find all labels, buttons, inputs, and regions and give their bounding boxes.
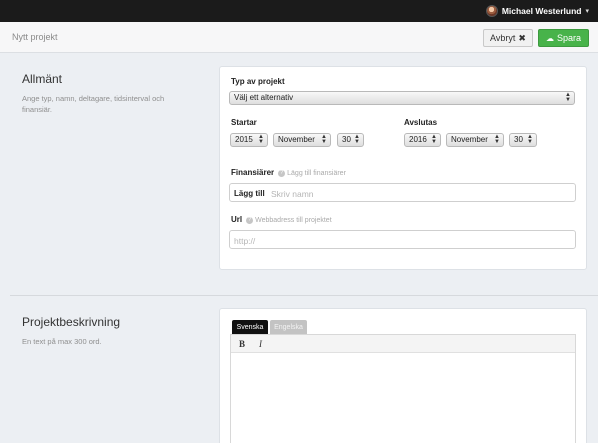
rich-text-editor[interactable]: B I: [230, 334, 576, 443]
start-year-select[interactable]: 2015 ▲ ▼: [230, 133, 268, 147]
chevron-down-icon: ▾: [585, 8, 589, 15]
bold-button[interactable]: B: [239, 339, 245, 349]
start-day-value: 30: [342, 135, 351, 144]
description-section-title: Projektbeskrivning: [22, 315, 121, 329]
select-arrows-icon: ▲ ▼: [431, 134, 437, 145]
financiers-label-text: Finansiärer: [231, 168, 275, 177]
start-day-select[interactable]: 30 ▲ ▼: [337, 133, 364, 147]
select-arrows-icon: ▲ ▼: [354, 134, 360, 145]
end-day-value: 30: [514, 135, 523, 144]
help-icon: ?: [278, 170, 286, 177]
close-icon: ✖: [518, 32, 526, 43]
financiers-label: Finansiärer? Lägg till finansiärer: [231, 168, 346, 177]
end-year-value: 2016: [409, 135, 427, 144]
section-divider: [10, 295, 598, 296]
end-day-select[interactable]: 30 ▲ ▼: [509, 133, 537, 147]
financiers-input[interactable]: Lägg till Skriv namn: [229, 183, 576, 202]
end-label: Avslutas: [404, 118, 438, 127]
url-hint-text: Webbadress till projektet: [255, 217, 332, 224]
end-month-select[interactable]: November ▲ ▼: [446, 133, 504, 147]
save-label: Spara: [556, 33, 582, 43]
url-label-text: Url: [231, 215, 243, 224]
cancel-label: Avbryt: [490, 33, 516, 43]
financiers-hint: ? Lägg till finansiärer: [278, 170, 346, 177]
start-label: Startar: [231, 118, 257, 127]
cloud-upload-icon: ☁: [545, 33, 554, 43]
start-year-value: 2015: [235, 135, 253, 144]
financiers-placeholder: Skriv namn: [271, 189, 314, 199]
help-icon: ?: [246, 217, 254, 224]
url-label: Url? Webbadress till projektet: [231, 215, 332, 224]
page-title: Nytt projekt: [12, 32, 58, 42]
save-button[interactable]: ☁ Spara: [538, 29, 589, 47]
cancel-button[interactable]: Avbryt ✖: [483, 29, 533, 47]
start-month-value: November: [278, 135, 315, 144]
project-type-label: Typ av projekt: [231, 77, 285, 86]
editor-toolbar: B I: [231, 335, 575, 353]
select-arrows-icon: ▲ ▼: [321, 134, 327, 145]
tab-swedish[interactable]: Svenska: [232, 320, 268, 334]
username: Michael Westerlund: [501, 6, 582, 16]
select-arrows-icon: ▲ ▼: [494, 134, 500, 145]
financiers-hint-text: Lägg till finansiärer: [287, 170, 346, 177]
url-input[interactable]: http://: [229, 230, 576, 249]
tab-english[interactable]: Engelska: [270, 320, 307, 334]
project-type-value: Välj ett alternativ: [234, 93, 294, 102]
avatar: [485, 5, 498, 17]
start-month-select[interactable]: November ▲ ▼: [273, 133, 331, 147]
select-arrows-icon: ▲ ▼: [258, 134, 264, 145]
action-bar: Nytt projekt Avbryt ✖ ☁ Spara: [0, 22, 598, 53]
general-section-description: Ange typ, namn, deltagare, tidsinterval …: [22, 94, 165, 114]
project-type-select[interactable]: Välj ett alternativ ▲ ▼: [229, 91, 575, 105]
url-placeholder: http://: [234, 236, 256, 246]
user-menu[interactable]: Michael Westerlund ▾: [485, 0, 589, 22]
url-hint: ? Webbadress till projektet: [246, 217, 332, 224]
general-section-title: Allmänt: [22, 72, 63, 86]
end-month-value: November: [451, 135, 488, 144]
financiers-add-button[interactable]: Lägg till: [234, 189, 265, 198]
end-year-select[interactable]: 2016 ▲ ▼: [404, 133, 441, 147]
description-section-subtitle: En text på max 300 ord.: [22, 337, 102, 346]
italic-button[interactable]: I: [259, 339, 262, 349]
select-arrows-icon: ▲ ▼: [527, 134, 533, 145]
top-navigation-bar: Michael Westerlund ▾: [0, 0, 598, 22]
select-arrows-icon: ▲ ▼: [565, 92, 571, 103]
